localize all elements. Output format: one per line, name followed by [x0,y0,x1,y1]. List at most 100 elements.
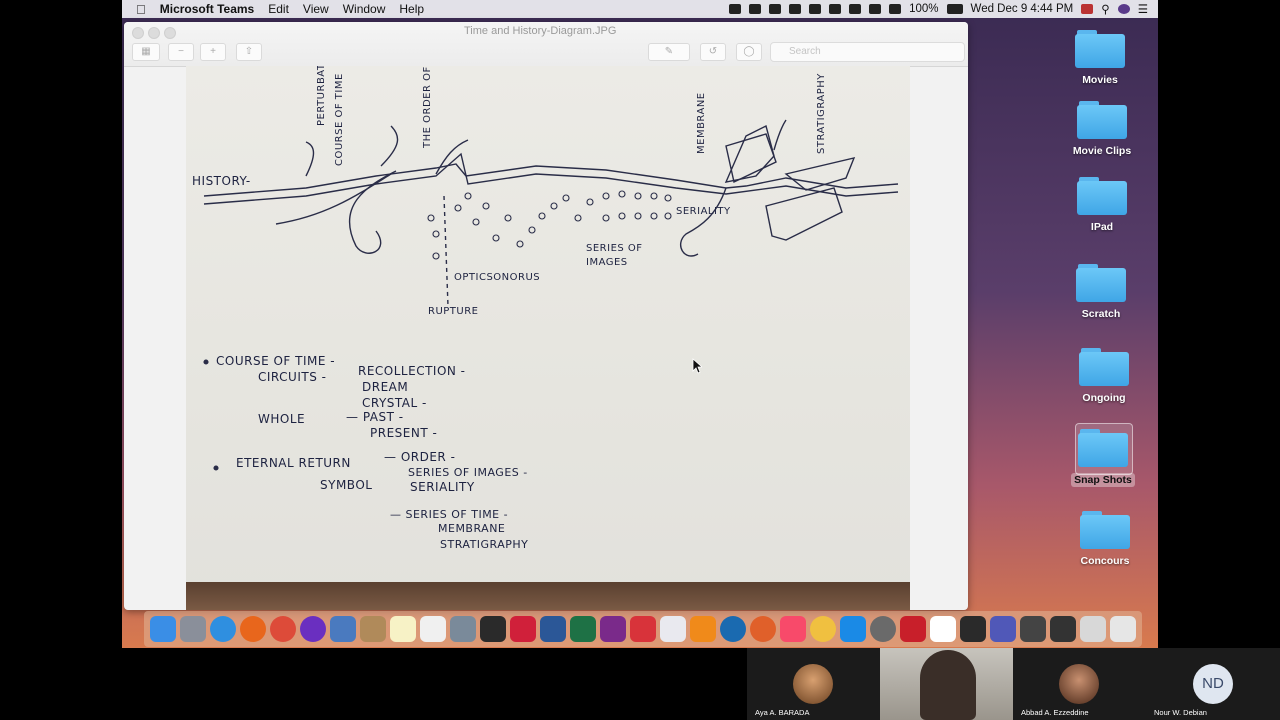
folder-label: Movies [1082,74,1118,86]
label-stratigraphy: STRATIGRAPHY [816,73,827,154]
participant-name: Nour W. Debian [1154,708,1207,717]
folder-icon [1077,101,1127,139]
desktop-folder-scratch[interactable]: Scratch [1056,264,1146,320]
vlc-icon[interactable] [690,616,716,642]
desktop-folder-snap-shots[interactable]: Snap Shots [1058,429,1148,488]
preview-icon[interactable] [330,616,356,642]
label-opticsonorus: OPTICSONORUS [454,272,541,283]
system-preferences-icon[interactable] [870,616,896,642]
status-icon[interactable] [729,4,742,14]
share-icon[interactable]: ⇧ [236,43,262,61]
desktop-folder-concours[interactable]: Concours [1060,511,1150,567]
annotate-icon[interactable]: ◯ [736,43,762,61]
app-icon[interactable] [930,616,956,642]
status-icon[interactable] [789,4,802,14]
app-icon[interactable] [750,616,776,642]
folder-icon [1076,264,1126,302]
status-icon[interactable] [829,4,842,14]
participant-video[interactable] [880,648,1013,720]
acrobat-icon[interactable] [480,616,506,642]
label-rupture: RUPTURE [428,306,479,317]
wifi-icon[interactable] [889,4,902,14]
note-symbol: SYMBOL [320,478,373,492]
sidebar-toggle-icon[interactable]: ▦ [132,43,160,61]
close-button[interactable] [132,27,144,39]
search-field[interactable]: Search [770,42,965,62]
app-icon[interactable] [660,616,686,642]
desktop-folder-ipad[interactable]: IPad [1057,177,1147,233]
participant-tile[interactable]: ND Nour W. Debian [1146,648,1280,720]
window-title: Time and History-Diagram.JPG [464,25,617,37]
onenote-icon[interactable] [600,616,626,642]
desktop-folder-movies[interactable]: Movies [1055,30,1145,86]
zotero-icon[interactable] [630,616,656,642]
status-icon[interactable] [749,4,762,14]
trash-icon[interactable] [1110,616,1136,642]
status-icon[interactable] [849,4,862,14]
note-series-time: — SERIES OF TIME - [390,508,509,521]
clock[interactable]: Wed Dec 9 4:44 PM [971,3,1074,15]
notification-center-icon[interactable]: ☰ [1138,2,1148,16]
app-icon[interactable] [960,616,986,642]
podcasts-icon[interactable] [300,616,326,642]
downloads-stack-icon[interactable] [1080,616,1106,642]
safari-icon[interactable] [210,616,236,642]
finder-icon[interactable] [150,616,176,642]
app-menu[interactable]: Microsoft Teams [160,2,254,16]
desktop-folder-movie-clips[interactable]: Movie Clips [1057,101,1147,157]
app-icon[interactable] [1020,616,1046,642]
participant-tile[interactable]: Abbad A. Ezzeddine [1013,648,1146,720]
zoom-out-icon[interactable]: − [168,43,194,61]
zoom-button[interactable] [164,27,176,39]
apple-icon[interactable]:  [136,2,146,17]
menu-help[interactable]: Help [399,2,424,16]
mac-desktop:  Microsoft Teams Edit View Window Help … [122,0,1158,648]
participant-figure [920,650,976,720]
note-past: — PAST - [346,410,404,424]
minimize-button[interactable] [148,27,160,39]
app-icon[interactable] [1050,616,1076,642]
sketch-lines [203,119,899,471]
note-whole: WHOLE [258,412,306,426]
pdf-icon[interactable] [510,616,536,642]
excel-icon[interactable] [570,616,596,642]
siri-icon[interactable] [1117,4,1130,14]
menu-view[interactable]: View [303,2,329,16]
menu-edit[interactable]: Edit [268,2,289,16]
spotlight-icon[interactable]: ⚲ [1101,2,1109,16]
quicktime-icon[interactable] [720,616,746,642]
zoom-in-icon[interactable]: + [200,43,226,61]
status-icon[interactable] [809,4,822,14]
photos-icon[interactable] [810,616,836,642]
chrome-icon[interactable] [270,616,296,642]
avatar [793,664,833,704]
teams-icon[interactable] [990,616,1016,642]
note-course-of-time: COURSE OF TIME - [216,354,336,368]
menu-window[interactable]: Window [343,2,386,16]
table-edge [186,582,910,610]
battery-icon[interactable] [946,4,963,14]
battery-percent[interactable]: 100% [909,3,938,15]
status-icon[interactable] [769,4,782,14]
autocad-icon[interactable] [900,616,926,642]
note-membrane: MEMBRANE [438,522,506,535]
mail-icon[interactable] [450,616,476,642]
desktop-folder-ongoing[interactable]: Ongoing [1059,348,1149,404]
flag-icon[interactable] [1081,4,1094,14]
bluetooth-icon[interactable] [869,4,882,14]
label-series-of-images: SERIES OF IMAGES [586,243,643,268]
launchpad-icon[interactable] [180,616,206,642]
calendar-icon[interactable] [420,616,446,642]
notes-icon[interactable] [390,616,416,642]
markup-pen-icon[interactable]: ✎ [648,43,690,61]
mouse-cursor-icon [692,358,702,374]
folder-label: Ongoing [1082,392,1126,404]
rotate-icon[interactable]: ↺ [700,43,726,61]
firefox-icon[interactable] [240,616,266,642]
participant-tile[interactable]: Aya A. BARADA [747,648,880,720]
music-icon[interactable] [780,616,806,642]
contacts-icon[interactable] [360,616,386,642]
avatar [1059,664,1099,704]
app-store-icon[interactable] [840,616,866,642]
word-icon[interactable] [540,616,566,642]
